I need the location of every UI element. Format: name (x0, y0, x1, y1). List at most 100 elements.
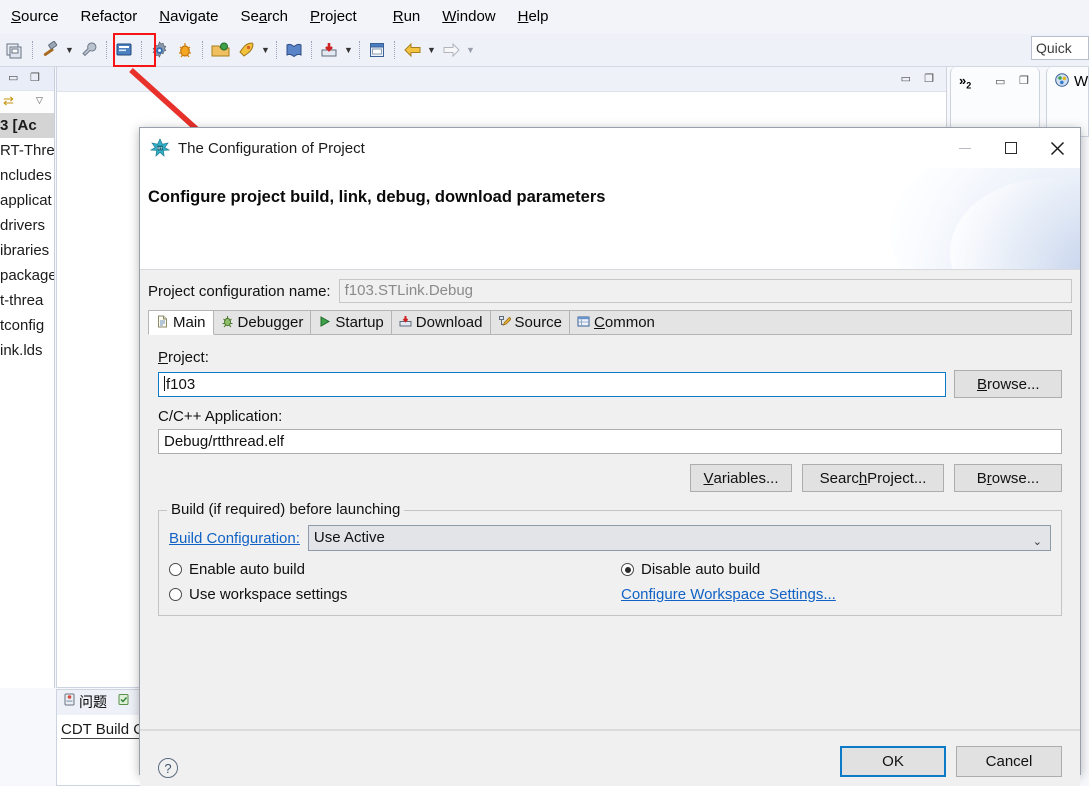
cancel-button[interactable]: Cancel (956, 746, 1062, 777)
forward-arrow-icon[interactable] (439, 38, 463, 62)
application-browse-button[interactable]: Br owse... (954, 464, 1062, 492)
footer-divider (140, 730, 1080, 731)
tree-item-5[interactable]: ibraries (0, 238, 54, 263)
close-button[interactable] (1034, 128, 1080, 168)
wrench-icon[interactable] (77, 38, 101, 62)
use-workspace-settings-label: Use workspace settings (189, 586, 348, 603)
enable-auto-build-option[interactable]: Enable auto build (169, 561, 621, 578)
build-options-row-1: Enable auto build Disable auto build (169, 561, 1051, 578)
view-menu-icon[interactable]: ▽ (36, 95, 43, 106)
project-explorer-header: ▭ ❐ (0, 67, 54, 91)
maximize-button[interactable] (988, 128, 1034, 168)
tab-debugger-label: Debugger (237, 314, 304, 331)
tree-item-1[interactable]: RT-Thre (0, 138, 54, 163)
download-icon[interactable] (317, 38, 341, 62)
run-rocket-icon[interactable] (234, 38, 258, 62)
tree-item-7[interactable]: t-threa (0, 288, 54, 313)
use-workspace-settings-radio[interactable] (169, 588, 182, 601)
download-dropdown-arrow[interactable]: ▼ (342, 45, 355, 55)
disable-auto-build-option[interactable]: Disable auto build (621, 561, 760, 578)
project-configuration-dialog: RT The Configuration of Project Configur… (139, 127, 1081, 786)
minimize-view-icon[interactable]: ▭ (8, 71, 18, 84)
main-tab-content: Project: f103 Browse... C/C++ Applicatio… (148, 335, 1072, 616)
menu-item-search[interactable]: Search (229, 0, 299, 34)
common-icon (577, 315, 590, 330)
build-hammer-icon[interactable] (38, 38, 62, 62)
use-workspace-settings-option[interactable]: Use workspace settings (169, 586, 621, 603)
forward-dropdown-arrow[interactable]: ▼ (464, 45, 477, 55)
editor-maximize-icon[interactable]: ❐ (924, 72, 934, 85)
menu-item-window[interactable]: Window (431, 0, 506, 34)
application-input[interactable]: Debug/rtthread.elf (158, 429, 1062, 454)
tab-download[interactable]: Download (390, 310, 491, 334)
back-dropdown-arrow[interactable]: ▼ (425, 45, 438, 55)
enable-auto-build-label: Enable auto build (189, 561, 305, 578)
menu-item-source[interactable]: Source (0, 0, 70, 34)
maximize-view-icon[interactable]: ❐ (30, 71, 40, 84)
minimize-button[interactable] (942, 128, 988, 168)
project-input[interactable]: f103 (158, 371, 947, 397)
dialog-action-buttons: OK Cancel (840, 746, 1062, 777)
menu-item-refactor[interactable]: Refactor (70, 0, 149, 34)
tab-problems[interactable]: 问题 (63, 690, 107, 715)
tab-source[interactable]: Source (489, 310, 571, 334)
back-arrow-icon[interactable] (400, 38, 424, 62)
build-dropdown-arrow[interactable]: ▼ (63, 45, 76, 55)
help-button[interactable]: ? (158, 758, 178, 778)
link-with-editor-icon[interactable]: ⇄ (3, 93, 14, 109)
ok-button[interactable]: OK (840, 746, 946, 777)
project-browse-button[interactable]: Browse... (954, 370, 1062, 398)
menu-item-project[interactable]: Project (299, 0, 368, 34)
tree-item-9[interactable]: ink.lds (0, 338, 54, 363)
right-minimize-icon[interactable]: ▭ (995, 75, 1005, 88)
search-project-button[interactable]: Searc h Project... (802, 464, 944, 492)
enable-auto-build-radio[interactable] (169, 563, 182, 576)
toolbar-separator (311, 41, 312, 59)
dialog-header-text: Configure project build, link, debug, do… (148, 188, 606, 206)
tab-startup[interactable]: Startup (310, 310, 392, 334)
debug-bug-icon[interactable] (173, 38, 197, 62)
tree-item-4[interactable]: drivers (0, 213, 54, 238)
tab-common[interactable]: Common (569, 310, 663, 334)
tab-download-label: Download (415, 314, 483, 331)
config-name-value[interactable]: f103.STLink.Debug (338, 279, 1072, 303)
variables-button[interactable]: Variables... (690, 464, 792, 492)
toolbar-separator (106, 41, 107, 59)
tree-item-6[interactable]: package (0, 263, 54, 288)
rt-thread-logo-icon: RT (149, 138, 171, 158)
terminal-icon[interactable] (365, 38, 389, 62)
outline-view-label: W (1074, 73, 1089, 90)
save-all-icon[interactable] (3, 38, 27, 62)
menu-item-help[interactable]: Help (507, 0, 560, 34)
configure-workspace-settings-link[interactable]: Configure Workspace Settings... (621, 586, 836, 603)
toolbar-separator (202, 41, 203, 59)
tree-item-2[interactable]: ncludes (0, 163, 54, 188)
tree-item-3[interactable]: applicat (0, 188, 54, 213)
dialog-body: Project configuration name: f103.STLink.… (140, 270, 1080, 729)
build-group-legend: Build (if required) before launching (167, 501, 405, 518)
book-icon[interactable] (282, 38, 306, 62)
run-dropdown-arrow[interactable]: ▼ (259, 45, 272, 55)
tasks-icon (117, 690, 130, 715)
right-maximize-icon[interactable]: ❐ (1019, 74, 1029, 87)
tree-item-0[interactable]: 3 [Ac (0, 113, 54, 138)
config-name-row: Project configuration name: f103.STLink.… (148, 270, 1072, 303)
quick-access-input[interactable]: Quick (1031, 36, 1089, 60)
menu-bar: Source Refactor Navigate Search Project … (0, 0, 1089, 34)
tab-tasks[interactable] (117, 690, 130, 715)
config-name-label: Project configuration name: (148, 282, 331, 300)
tab-source-label: Source (514, 314, 563, 331)
tree-item-8[interactable]: tconfig (0, 313, 54, 338)
build-configuration-combo[interactable]: Use Active ⌄ (307, 525, 1051, 551)
menu-item-navigate[interactable]: Navigate (148, 0, 229, 34)
menu-item-run[interactable]: Run (382, 0, 432, 34)
tab-main[interactable]: Main (148, 310, 214, 335)
build-configuration-link[interactable]: Build Configuration: (169, 530, 300, 547)
open-folder-icon[interactable] (208, 38, 232, 62)
editor-minimize-icon[interactable]: ▭ (901, 72, 911, 85)
tab-debugger[interactable]: Debugger (212, 310, 312, 334)
window-controls (942, 128, 1080, 168)
disable-auto-build-radio[interactable] (621, 563, 634, 576)
toolbar-separator (359, 41, 360, 59)
chevron-more-icon[interactable]: »2 (959, 73, 971, 91)
